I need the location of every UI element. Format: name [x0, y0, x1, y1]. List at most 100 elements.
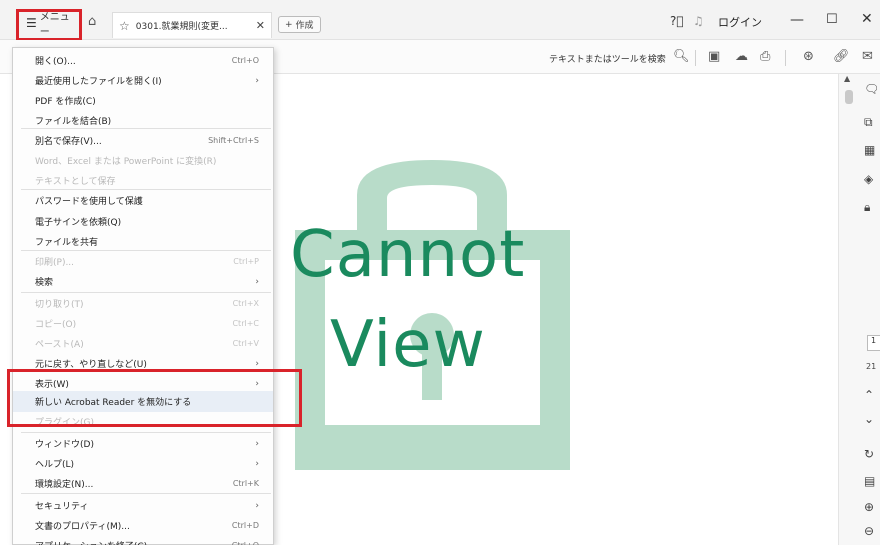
search-icon[interactable]: 🔍︎ — [673, 49, 690, 64]
new-tab-label: 作成 — [295, 21, 314, 31]
menu-item[interactable]: 電子サインを依頼(Q) — [13, 211, 273, 232]
document-icon[interactable]: ▤ — [864, 474, 875, 488]
menu-item-label: ファイルを共有 — [35, 238, 99, 248]
layers-icon[interactable]: ◈ — [864, 172, 873, 186]
menu-item-shortcut: Ctrl+V — [232, 339, 259, 348]
menu-item-label: ヘルプ(L) — [35, 460, 75, 470]
chevron-right-icon: › — [255, 276, 259, 287]
menu-item-label: 最近使用したファイルを開く(I) — [35, 77, 162, 87]
menu-item-label: アプリケーションを終了(C) — [35, 539, 232, 545]
maximize-icon[interactable]: ☐ — [826, 12, 838, 27]
menu-item-shortcut: Ctrl+Q — [232, 541, 259, 545]
plus-icon: + — [285, 19, 293, 30]
menu-item-label: テキストとして保存 — [35, 177, 116, 187]
zoom-out-icon[interactable]: ⊖ — [864, 524, 874, 538]
star-icon[interactable]: ☆ — [119, 19, 130, 33]
zoom-in-icon[interactable]: ⊕ — [864, 500, 874, 514]
menu-item[interactable]: PDF を作成(C) — [13, 90, 273, 111]
window-close-icon[interactable]: ✕ — [861, 11, 873, 27]
main-menu-dropdown: 開く(O)... Ctrl+O 最近使用したファイルを開く(I) › PDF を作成(C… — [12, 47, 274, 545]
menu-item-label: ウィンドウ(D) — [35, 440, 94, 450]
chevron-right-icon: › — [255, 358, 259, 369]
home-icon[interactable]: ⌂ — [88, 14, 96, 29]
menu-item[interactable]: パスワードを使用して保護 — [13, 190, 273, 211]
minimize-icon[interactable]: — — [790, 12, 804, 28]
menu-item-label: 検索 — [35, 278, 54, 288]
menu-item-shortcut: Ctrl+C — [232, 319, 259, 328]
tab-title: 0301.就業規則(変更... — [135, 22, 228, 32]
menu-item-label: セキュリティ — [35, 502, 89, 512]
menu-item[interactable]: Word、Excel または PowerPoint に変換(R) — [13, 150, 273, 171]
mail-icon[interactable]: ✉ — [862, 49, 873, 64]
grid-icon[interactable]: ▦ — [864, 143, 875, 157]
menu-item-shortcut: Shift+Ctrl+S — [208, 136, 259, 145]
toolbar-divider — [695, 50, 696, 66]
menu-item[interactable]: 別名で保存(V)... Shift+Ctrl+S — [13, 130, 273, 151]
page-number-input[interactable]: 1 — [867, 335, 880, 351]
menu-item-shortcut: Ctrl+K — [232, 479, 259, 488]
disable-new-reader-highlight-box — [7, 369, 302, 427]
watermark-text-cannot: Cannot — [290, 218, 526, 292]
help-icon[interactable]: ?⃝ — [670, 14, 684, 28]
menu-item[interactable]: 印刷(P)... Ctrl+P — [13, 251, 273, 272]
menu-item-label: 別名で保存(V)... — [35, 137, 102, 147]
menu-item-label: ペースト(A) — [35, 340, 84, 350]
comment-icon[interactable]: 🗨︎ — [864, 82, 879, 96]
menu-item[interactable]: 最近使用したファイルを開く(I) › — [13, 70, 273, 91]
toolbar-divider — [785, 50, 786, 66]
menu-item[interactable]: テキストとして保存 — [13, 170, 273, 191]
menu-item[interactable]: アプリケーションを終了(C)Ctrl+Q — [13, 535, 273, 545]
save-icon[interactable]: ▣ — [708, 49, 720, 64]
menu-item-shortcut: Ctrl+O — [231, 56, 259, 65]
scroll-up-icon[interactable]: ▲ — [844, 74, 850, 83]
menu-item-label: 文書のプロパティ(M)... — [35, 522, 130, 532]
chevron-right-icon: › — [255, 458, 259, 469]
menu-item-shortcut: Ctrl+P — [233, 257, 259, 266]
menu-item-label: 環境設定(N)... — [35, 480, 94, 490]
menu-item-label: PDF を作成(C) — [35, 97, 96, 107]
menu-item[interactable]: 文書のプロパティ(M)... Ctrl+D — [13, 515, 273, 536]
chevron-right-icon: › — [255, 500, 259, 511]
menu-item-label: Word、Excel または PowerPoint に変換(R) — [35, 157, 217, 167]
refresh-icon[interactable]: ↻ — [864, 447, 874, 461]
menu-item[interactable]: コピー(O) Ctrl+C — [13, 313, 273, 334]
accessibility-icon[interactable]: ⊛ — [803, 49, 814, 64]
page-total: 21 — [866, 362, 877, 371]
lock-icon[interactable]: 🔒︎ — [864, 200, 870, 215]
cloud-upload-icon[interactable]: ☁ — [735, 49, 748, 64]
menu-item[interactable]: セキュリティ › — [13, 495, 273, 516]
menu-item[interactable]: 検索 › — [13, 271, 273, 292]
menu-item[interactable]: 環境設定(N)... Ctrl+K — [13, 473, 273, 494]
watermark-text-view: View — [330, 308, 486, 382]
menu-item-label: 印刷(P)... — [35, 258, 75, 268]
tool-search-label[interactable]: テキストまたはツールを検索 — [549, 52, 666, 65]
chevron-down-icon[interactable]: ⌄ — [864, 412, 874, 426]
new-tab-button[interactable]: + 作成 — [278, 16, 321, 33]
menu-item-label: パスワードを使用して保護 — [35, 197, 143, 207]
menu-item[interactable]: ファイルを共有 — [13, 231, 273, 252]
menu-item-label: 切り取り(T) — [35, 300, 84, 310]
menu-item-label: ファイルを結合(B) — [35, 117, 112, 127]
scrollbar-thumb[interactable] — [845, 90, 853, 104]
chevron-right-icon: › — [255, 438, 259, 449]
document-tab[interactable]: ☆ 0301.就業規則(変更... ✕ — [112, 12, 272, 38]
menu-item[interactable]: 開く(O)... Ctrl+O — [13, 50, 273, 71]
bell-icon[interactable]: ♫ — [693, 14, 704, 28]
chevron-right-icon: › — [255, 75, 259, 86]
menu-highlight-box — [16, 9, 82, 41]
print-icon[interactable]: ⎙ — [760, 49, 770, 64]
menu-item[interactable]: ファイルを結合(B) — [13, 110, 273, 131]
menu-item-label: 電子サインを依頼(Q) — [35, 218, 122, 228]
menu-item[interactable]: 切り取り(T) Ctrl+X — [13, 293, 273, 314]
menu-item[interactable]: ヘルプ(L) › — [13, 453, 273, 474]
chevron-up-icon[interactable]: ⌃ — [864, 388, 874, 402]
menu-item-label: 開く(O)... — [35, 57, 76, 67]
link-icon[interactable]: 🔗︎ — [833, 49, 850, 64]
menu-item-label: コピー(O) — [35, 320, 77, 330]
login-button[interactable]: ログイン — [718, 14, 762, 30]
bookmark-icon[interactable]: ⧉ — [864, 115, 873, 130]
menu-item[interactable]: ペースト(A) Ctrl+V — [13, 333, 273, 354]
menu-item[interactable]: ウィンドウ(D) › — [13, 433, 273, 454]
close-icon[interactable]: ✕ — [256, 19, 265, 32]
menu-item-shortcut: Ctrl+X — [232, 299, 259, 308]
